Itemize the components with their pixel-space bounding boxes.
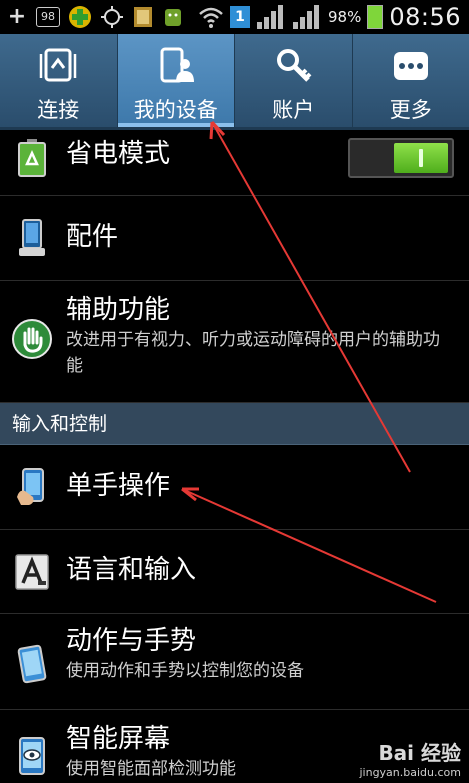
notification-count-badge: 98 — [36, 7, 60, 27]
wifi-icon — [199, 7, 223, 28]
tab-accounts[interactable]: 账户 — [235, 34, 353, 127]
signal-strength-icon — [256, 5, 283, 29]
list-item-one-handed[interactable]: 单手操作 — [0, 445, 469, 530]
battery-icon — [367, 5, 384, 29]
status-left-icons: + 98 — [6, 5, 184, 29]
signal-strength-2-icon — [292, 5, 319, 29]
item-title: 配件 — [66, 222, 119, 252]
hand-phone-icon — [12, 467, 52, 507]
connections-icon — [36, 46, 80, 86]
item-title: 省电模式 — [66, 139, 171, 169]
item-title: 语言和输入 — [66, 555, 197, 585]
book-app-icon — [134, 7, 152, 27]
android-app-icon — [165, 9, 181, 26]
section-header-input-control: 输入和控制 — [0, 403, 469, 445]
list-item-language-input[interactable]: 语言和输入 — [0, 530, 469, 614]
more-dots-icon — [389, 46, 433, 86]
tab-label: 我的设备 — [133, 98, 218, 122]
item-title: 辅助功能 — [66, 295, 171, 325]
tab-label: 更多 — [389, 98, 432, 122]
sim-slot-badge: 1 — [229, 6, 250, 28]
baidu-watermark: Bai 经验 jingyan.baidu.com — [359, 737, 461, 779]
clock: 08:56 — [389, 3, 461, 31]
tilted-phone-icon — [12, 644, 52, 684]
list-item-power-saving[interactable]: 省电模式 — [0, 130, 469, 196]
tab-connections[interactable]: 连接 — [0, 34, 118, 127]
tab-label: 连接 — [37, 98, 80, 122]
toggle-knob — [394, 143, 448, 173]
tab-my-device[interactable]: 我的设备 — [117, 34, 235, 127]
status-bar: + 98 1 98% 08:56 — [0, 0, 469, 34]
letter-a-icon — [12, 552, 52, 592]
item-title: 单手操作 — [66, 471, 171, 501]
list-item-accessibility[interactable]: 辅助功能 改进用于有视力、听力或运动障碍的用户的辅助功能 — [0, 281, 469, 403]
power-saving-toggle[interactable] — [348, 138, 454, 178]
status-right-icons: 1 98% 08:56 — [198, 3, 461, 31]
phone-dock-icon — [12, 218, 52, 258]
watermark-url: jingyan.baidu.com — [359, 766, 461, 779]
item-title: 动作与手势 — [66, 626, 197, 656]
accounts-key-icon — [271, 46, 315, 86]
tab-more[interactable]: 更多 — [353, 34, 469, 127]
battery-percent: 98% — [327, 8, 362, 26]
gps-icon — [101, 6, 123, 28]
hand-icon — [12, 319, 52, 359]
item-subtitle: 使用动作和手势以控制您的设备 — [66, 661, 304, 681]
plus-notification-icon: + — [7, 4, 27, 29]
list-item-accessory[interactable]: 配件 — [0, 196, 469, 281]
list-item-motion-gesture[interactable]: 动作与手势 使用动作和手势以控制您的设备 — [0, 614, 469, 710]
eye-phone-icon — [12, 736, 52, 776]
cross-app-icon — [69, 6, 91, 28]
recycle-battery-icon — [12, 138, 52, 178]
watermark-logo: Bai 经验 — [378, 741, 461, 765]
item-subtitle: 改进用于有视力、听力或运动障碍的用户的辅助功能 — [66, 330, 440, 376]
settings-tab-bar: 连接 我的设备 账户 更多 — [0, 34, 469, 130]
my-device-icon — [154, 46, 198, 86]
settings-list: 省电模式 配件 辅助功能 改进用于有视力、听力或运动障碍的用户的辅助功能 输入和… — [0, 130, 469, 783]
tab-label: 账户 — [272, 98, 315, 122]
